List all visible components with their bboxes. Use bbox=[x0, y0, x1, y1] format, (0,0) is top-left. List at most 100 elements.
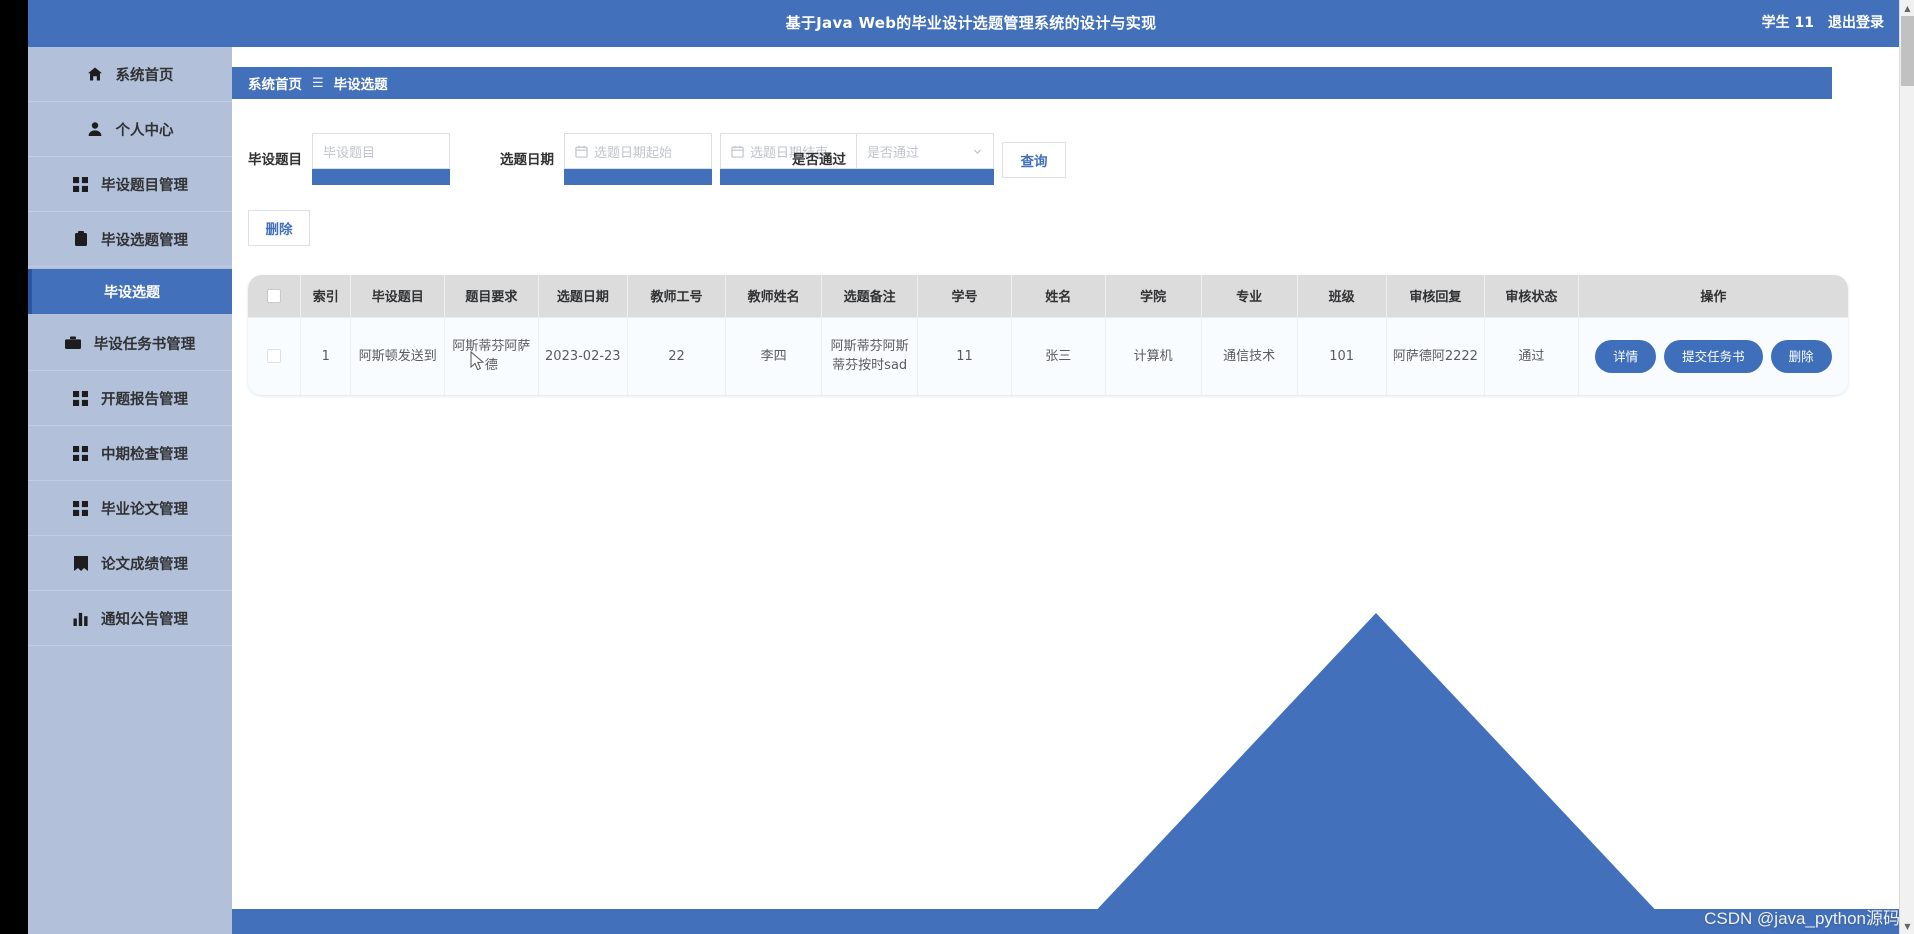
cell-class: 101 bbox=[1297, 316, 1387, 395]
column-header-operations: 操作 bbox=[1578, 275, 1848, 317]
scroll-down-arrow-icon[interactable]: ▼ bbox=[1900, 918, 1914, 934]
cell-teacher-id: 22 bbox=[627, 316, 727, 395]
sidebar-item-label: 中期检查管理 bbox=[101, 446, 188, 463]
submit-task-book-button[interactable]: 提交任务书 bbox=[1664, 339, 1763, 373]
query-button[interactable]: 查询 bbox=[1002, 142, 1066, 178]
sidebar-item-proposal-mgmt[interactable]: 开题报告管理 bbox=[28, 371, 232, 426]
cell-title: 阿斯顿发送到 bbox=[350, 316, 446, 395]
row-delete-button[interactable]: 删除 bbox=[1770, 339, 1832, 373]
delete-button-toolbar[interactable]: 删除 bbox=[248, 210, 310, 246]
sidebar-item-grade-mgmt[interactable]: 论文成绩管理 bbox=[28, 536, 232, 591]
column-header-student-name: 姓名 bbox=[1011, 275, 1106, 317]
cell-review-status: 通过 bbox=[1484, 316, 1579, 395]
row-select-cell bbox=[248, 316, 302, 395]
sidebar-subitem-label: 毕设选题 bbox=[104, 284, 160, 301]
grid-icon bbox=[72, 500, 89, 517]
column-header-requirement: 题目要求 bbox=[444, 275, 539, 317]
cell-operations: 详情 提交任务书 删除 bbox=[1578, 316, 1848, 395]
table-header-row: 索引 毕设题目 题目要求 选题日期 教师工号 教师姓名 选题备注 学号 姓名 学… bbox=[248, 275, 1848, 317]
breadcrumb-home[interactable]: 系统首页 bbox=[248, 73, 302, 93]
date-start-input[interactable]: 选题日期起始 bbox=[564, 133, 712, 169]
filter-title-label: 毕设题目 bbox=[248, 152, 302, 168]
filter-pass-selection-highlight: 是否通过 bbox=[856, 133, 994, 185]
sidebar-item-notice-mgmt[interactable]: 通知公告管理 bbox=[28, 591, 232, 646]
user-icon bbox=[87, 121, 104, 138]
sidebar-item-midterm-mgmt[interactable]: 中期检查管理 bbox=[28, 426, 232, 481]
bar-chart-icon bbox=[72, 610, 89, 627]
column-header-class: 班级 bbox=[1297, 275, 1387, 317]
filter-title-group: 毕设题目 毕设题目 bbox=[248, 133, 450, 195]
page-title: 基于Java Web的毕业设计选题管理系统的设计与实现 bbox=[785, 14, 1157, 32]
breadcrumb-separator-icon: ☰ bbox=[312, 75, 324, 91]
main-content: 系统首页 ☰ 毕设选题 毕设题目 毕设题目 选题日期 选题日期起始 选题日期结束… bbox=[232, 47, 1914, 934]
page-scrollbar[interactable]: ▲ ▼ bbox=[1899, 0, 1914, 934]
sidebar-item-task-book-mgmt[interactable]: 毕设任务书管理 bbox=[28, 316, 232, 371]
sidebar-item-label: 开题报告管理 bbox=[101, 391, 188, 408]
sidebar-subitem-selection-active[interactable]: 毕设选题 bbox=[28, 269, 232, 314]
column-header-review-reply: 审核回复 bbox=[1386, 275, 1486, 317]
cell-major: 通信技术 bbox=[1201, 316, 1298, 395]
select-all-header bbox=[248, 275, 302, 317]
sidebar-item-label: 个人中心 bbox=[115, 122, 174, 139]
sidebar-item-label: 毕设题目管理 bbox=[101, 177, 188, 194]
query-button-label: 查询 bbox=[1020, 154, 1048, 170]
filter-title-selection-highlight: 毕设题目 bbox=[312, 133, 450, 185]
scroll-up-arrow-icon[interactable]: ▲ bbox=[1900, 0, 1914, 16]
select-all-checkbox[interactable] bbox=[267, 288, 282, 303]
sidebar-item-label: 毕设选题管理 bbox=[101, 232, 188, 249]
logout-link[interactable]: 退出登录 bbox=[1828, 0, 1884, 47]
delete-button-label: 删除 bbox=[265, 222, 293, 238]
filter-pass-label: 是否通过 bbox=[792, 152, 846, 168]
column-header-student-id: 学号 bbox=[917, 275, 1012, 317]
date-start-input-text: 选题日期起始 bbox=[594, 145, 673, 161]
column-header-review-status: 审核状态 bbox=[1484, 275, 1579, 317]
home-icon bbox=[87, 66, 104, 83]
cell-student-id: 11 bbox=[917, 316, 1012, 395]
cell-review-reply: 阿萨德阿2222 bbox=[1386, 316, 1486, 395]
cell-date: 2023-02-23 bbox=[538, 316, 628, 395]
calendar-icon bbox=[575, 145, 588, 158]
pass-select-text: 是否通过 bbox=[867, 145, 920, 161]
scrollbar-thumb[interactable] bbox=[1901, 16, 1914, 86]
watermark-label: CSDN @java_python源码 bbox=[1704, 909, 1900, 928]
filter-date-start-selection-highlight: 选题日期起始 bbox=[564, 133, 712, 185]
cell-remark: 阿斯蒂芬阿斯蒂芬按时sad bbox=[821, 316, 919, 395]
column-header-title: 毕设题目 bbox=[350, 275, 446, 317]
data-table-wrapper: 索引 毕设题目 题目要求 选题日期 教师工号 教师姓名 选题备注 学号 姓名 学… bbox=[248, 275, 1848, 395]
detail-button[interactable]: 详情 bbox=[1595, 339, 1657, 373]
filter-pass-group: 是否通过 是否通过 bbox=[792, 133, 994, 195]
sidebar: 系统首页 个人中心 毕设题目管理 毕设选题管理 毕设选题 毕设任务书管理 开题报… bbox=[28, 47, 232, 934]
cell-requirement: 阿斯蒂芬阿萨德 bbox=[444, 316, 539, 395]
sidebar-item-thesis-mgmt[interactable]: 毕业论文管理 bbox=[28, 481, 232, 536]
grid-icon bbox=[72, 390, 89, 407]
search-title-input-text: 毕设题目 bbox=[323, 145, 376, 161]
table-row: 1 阿斯顿发送到 阿斯蒂芬阿萨德 2023-02-23 22 李四 阿斯蒂芬阿斯… bbox=[248, 316, 1848, 395]
row-checkbox[interactable] bbox=[267, 349, 282, 364]
sidebar-item-selection-mgmt[interactable]: 毕设选题管理 bbox=[28, 212, 232, 267]
row-action-group: 详情 提交任务书 删除 bbox=[1583, 339, 1844, 373]
sidebar-item-profile[interactable]: 个人中心 bbox=[28, 102, 232, 157]
pass-select[interactable]: 是否通过 bbox=[856, 133, 994, 169]
search-title-input[interactable]: 毕设题目 bbox=[312, 133, 450, 169]
sidebar-item-label: 毕业论文管理 bbox=[101, 501, 188, 518]
column-header-teacher-name: 教师姓名 bbox=[725, 275, 823, 317]
briefcase-icon bbox=[65, 335, 82, 352]
top-header: 基于Java Web的毕业设计选题管理系统的设计与实现 学生 11 退出登录 bbox=[28, 0, 1914, 47]
calendar-icon bbox=[731, 145, 744, 158]
app-root: 基于Java Web的毕业设计选题管理系统的设计与实现 学生 11 退出登录 系… bbox=[0, 0, 1914, 934]
breadcrumb: 系统首页 ☰ 毕设选题 bbox=[232, 67, 1832, 99]
column-header-remark: 选题备注 bbox=[821, 275, 919, 317]
filter-date-label: 选题日期 bbox=[500, 152, 554, 168]
sidebar-item-label: 毕设任务书管理 bbox=[93, 336, 196, 353]
cell-index: 1 bbox=[300, 316, 352, 395]
clipboard-icon bbox=[72, 231, 89, 248]
current-user-label: 学生 11 bbox=[1761, 15, 1814, 31]
sidebar-item-label: 通知公告管理 bbox=[101, 611, 188, 628]
sidebar-item-home[interactable]: 系统首页 bbox=[28, 47, 232, 102]
column-header-teacher-id: 教师工号 bbox=[627, 275, 727, 317]
cell-teacher-name: 李四 bbox=[725, 316, 823, 395]
sidebar-item-label: 系统首页 bbox=[115, 67, 174, 84]
cell-college: 计算机 bbox=[1105, 316, 1202, 395]
sidebar-item-topic-mgmt[interactable]: 毕设题目管理 bbox=[28, 157, 232, 212]
column-header-college: 学院 bbox=[1105, 275, 1202, 317]
